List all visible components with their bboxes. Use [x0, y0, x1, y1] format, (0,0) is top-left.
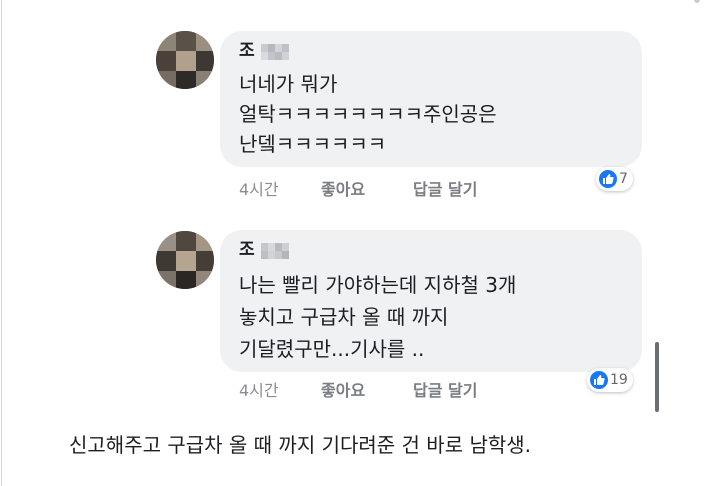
- comment-text-line: 너네가 뭐가: [239, 72, 338, 96]
- caption-text: 신고해주고 구급차 올 때 까지 기다려준 건 바로 남학생.: [69, 433, 532, 457]
- comment-text-line: 놓치고 구급차 올 때 까지: [239, 305, 449, 329]
- reaction-count: 19: [610, 372, 628, 388]
- comment-text-line: 나는 빨리 가야하는데 지하철 3개: [239, 273, 517, 297]
- author-name-pixelated: [260, 243, 289, 259]
- comment-timestamp[interactable]: 4시간: [239, 377, 279, 401]
- avatar[interactable]: [156, 231, 214, 289]
- comment-author[interactable]: 조: [239, 40, 289, 62]
- comment-text-line: 난뎈ㅋㅋㅋㅋㅋㅋ: [239, 132, 387, 156]
- reply-link[interactable]: 답글 달기: [413, 377, 477, 401]
- comment-bubble: 조 나는 빨리 가야하는데 지하철 3개 놓치고 구급차 올 때 까지 기달렸구…: [220, 230, 642, 372]
- left-border: [1, 0, 2, 486]
- reaction-count: 7: [619, 171, 628, 187]
- author-name[interactable]: 조: [239, 239, 255, 261]
- reaction-count-badge[interactable]: 19: [587, 368, 633, 392]
- reaction-count-badge[interactable]: 7: [596, 167, 633, 191]
- like-icon: [590, 371, 608, 389]
- like-link[interactable]: 좋아요: [321, 176, 365, 200]
- comment-author[interactable]: 조: [239, 239, 289, 261]
- like-icon: [599, 170, 617, 188]
- reply-link[interactable]: 답글 달기: [413, 176, 477, 200]
- comment-text-line: 얼탁ㅋㅋㅋㅋㅋㅋㅋㅋ주인공은: [239, 102, 497, 126]
- comment-bubble: 조 너네가 뭐가 얼탁ㅋㅋㅋㅋㅋㅋㅋㅋ주인공은 난뎈ㅋㅋㅋㅋㅋㅋ: [220, 31, 642, 167]
- author-name-pixelated: [260, 44, 289, 60]
- author-name[interactable]: 조: [239, 40, 255, 62]
- like-link[interactable]: 좋아요: [321, 377, 365, 401]
- scrollbar[interactable]: [655, 342, 659, 412]
- comment-timestamp[interactable]: 4시간: [239, 176, 279, 200]
- comment-text-line: 기달렸구만...기사를 ..: [239, 337, 425, 361]
- top-edge-dot: [694, 0, 700, 3]
- avatar[interactable]: [156, 31, 214, 89]
